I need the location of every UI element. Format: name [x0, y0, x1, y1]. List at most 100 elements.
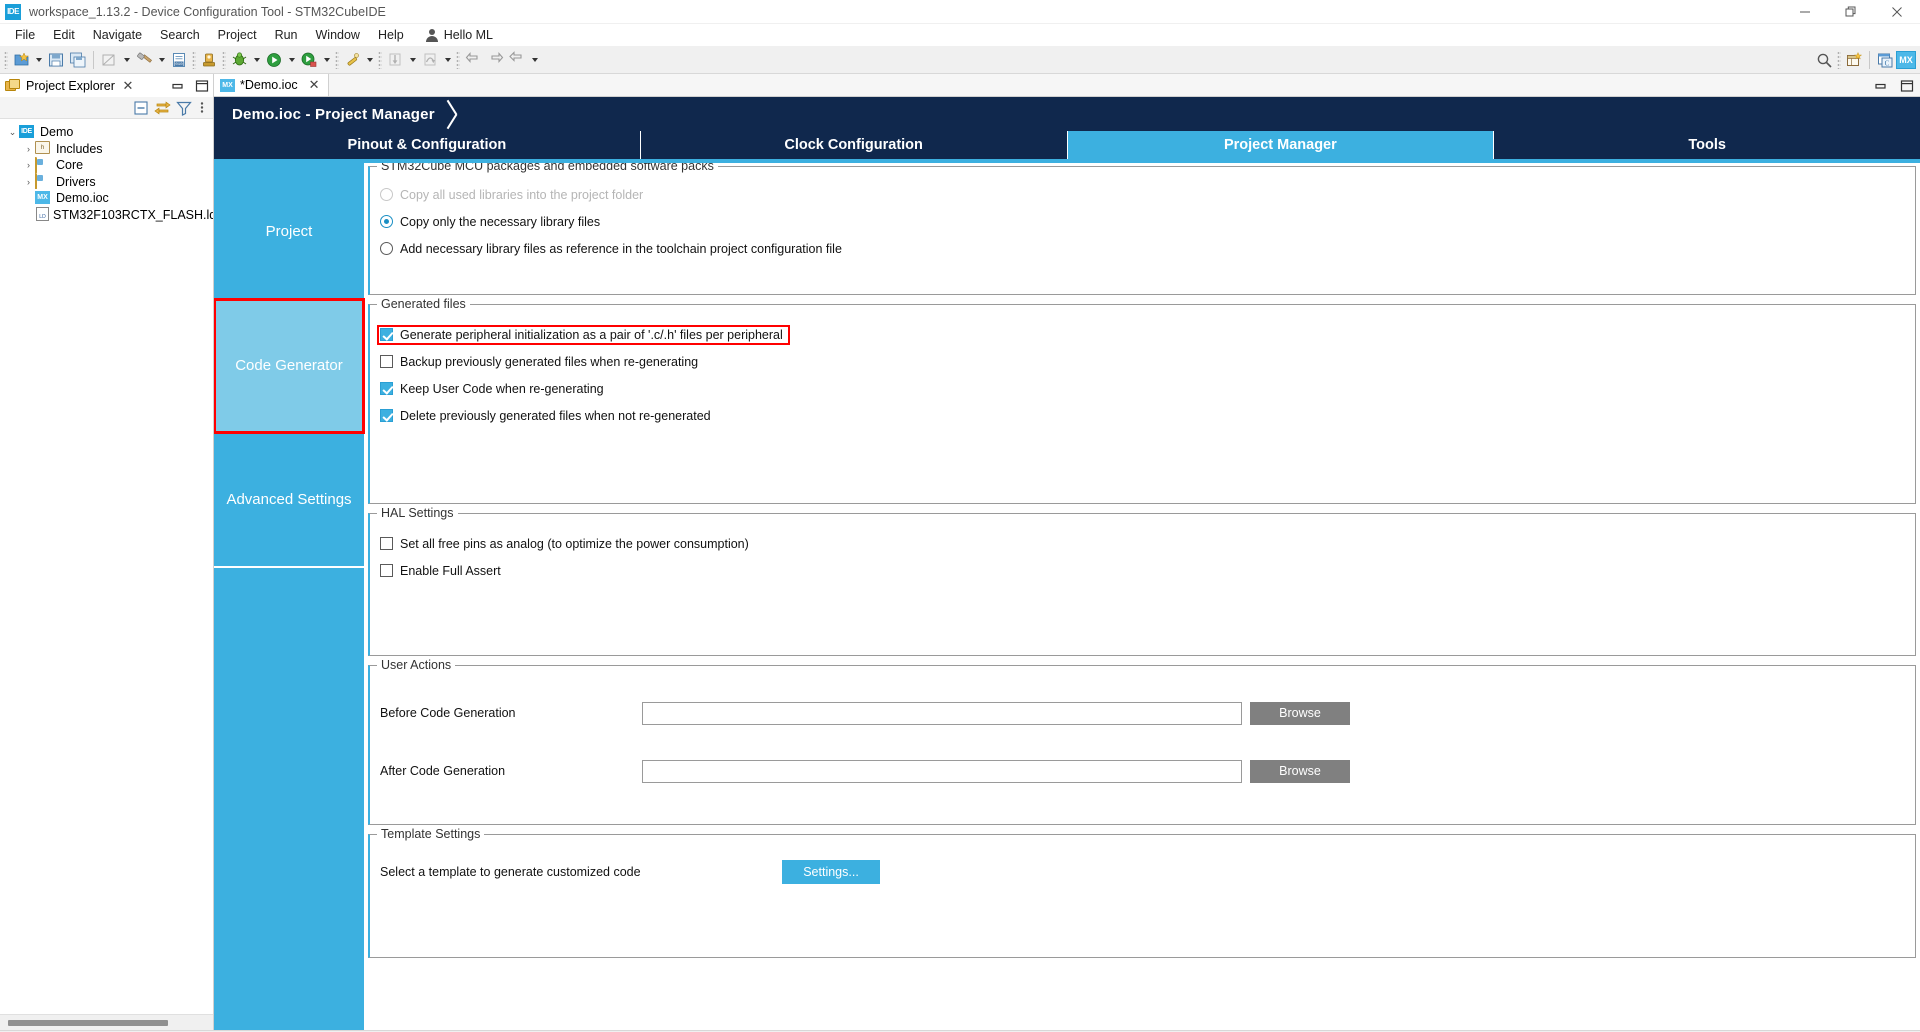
- menu-file[interactable]: File: [6, 26, 44, 44]
- checkbox-icon[interactable]: [380, 564, 393, 577]
- after-code-generation-input[interactable]: [642, 759, 1242, 783]
- checkbox-icon[interactable]: [380, 355, 393, 368]
- toolbar-grip-5[interactable]: [378, 50, 382, 69]
- template-settings-button[interactable]: Settings...: [782, 860, 880, 884]
- new-element-dropdown-icon[interactable]: [120, 49, 133, 71]
- restore-button[interactable]: [1828, 0, 1874, 24]
- step-into-icon[interactable]: [384, 49, 406, 71]
- collapse-all-icon[interactable]: [133, 100, 149, 116]
- radio-copy-necessary-library-files[interactable]: Copy only the necessary library files: [380, 208, 1905, 235]
- tree-item-demo-ioc[interactable]: MX Demo.ioc: [0, 190, 213, 207]
- close-icon[interactable]: ✕: [121, 78, 135, 94]
- link-with-editor-icon[interactable]: [154, 100, 171, 116]
- menu-window[interactable]: Window: [307, 26, 369, 44]
- checkbox-delete-previously-generated[interactable]: Delete previously generated files when n…: [380, 402, 1905, 429]
- save-all-icon[interactable]: [67, 49, 89, 71]
- tree-item-demo[interactable]: ⌄ IDE Demo: [0, 124, 213, 141]
- after-code-generation-browse-button[interactable]: Browse: [1250, 759, 1350, 783]
- checkbox-generate-peripheral-init-pair[interactable]: Generate peripheral initialization as a …: [377, 321, 1905, 348]
- tab-project-manager[interactable]: Project Manager: [1067, 131, 1495, 159]
- new-file-icon[interactable]: [10, 49, 32, 71]
- close-icon[interactable]: ✕: [309, 77, 320, 93]
- scrollbar-thumb[interactable]: [8, 1019, 168, 1026]
- editor-tab-demo-ioc[interactable]: MX *Demo.ioc ✕: [214, 74, 329, 96]
- mx-perspective-icon[interactable]: MX: [1896, 51, 1916, 69]
- c-perspective-icon[interactable]: C: [1874, 49, 1896, 71]
- twisty-expanded-icon[interactable]: ⌄: [6, 127, 19, 138]
- tree-item-core[interactable]: › Core: [0, 156, 213, 174]
- radio-add-library-as-reference[interactable]: Add necessary library files as reference…: [380, 235, 1905, 262]
- toolbar-grip-6[interactable]: [456, 50, 460, 69]
- checkbox-icon[interactable]: [380, 537, 393, 550]
- toolbar-grip[interactable]: [4, 50, 8, 69]
- debug-bug-icon[interactable]: [228, 49, 250, 71]
- skip-breakpoints-dropdown-icon[interactable]: [363, 49, 376, 71]
- twisty-collapsed-icon[interactable]: ›: [22, 144, 35, 154]
- twisty-collapsed-icon[interactable]: ›: [22, 177, 35, 187]
- menu-edit[interactable]: Edit: [44, 26, 84, 44]
- run-dropdown-icon[interactable]: [285, 49, 298, 71]
- menu-project[interactable]: Project: [209, 26, 266, 44]
- new-element-icon[interactable]: [98, 49, 120, 71]
- export-icon[interactable]: [198, 49, 220, 71]
- menu-navigate[interactable]: Navigate: [84, 26, 151, 44]
- twisty-collapsed-icon[interactable]: ›: [22, 160, 35, 170]
- sidebar-item-code-generator[interactable]: Code Generator: [214, 298, 365, 434]
- checkbox-keep-user-code[interactable]: Keep User Code when re-generating: [380, 375, 1905, 402]
- project-explorer-tab[interactable]: Project Explorer ✕: [0, 74, 213, 97]
- undo-dropdown-icon[interactable]: [528, 49, 541, 71]
- menu-run[interactable]: Run: [266, 26, 307, 44]
- back-icon[interactable]: [462, 49, 484, 71]
- sidebar-item-advanced-settings[interactable]: Advanced Settings: [214, 433, 364, 567]
- run-icon[interactable]: [263, 49, 285, 71]
- save-icon[interactable]: [45, 49, 67, 71]
- checkbox-checked-icon[interactable]: [380, 409, 393, 422]
- checkbox-checked-icon[interactable]: [380, 328, 393, 341]
- run-config-icon[interactable]: [298, 49, 320, 71]
- project-tree[interactable]: ⌄ IDE Demo › h Includes › Core › Drivers…: [0, 119, 213, 1014]
- toolbar-grip-2[interactable]: [192, 50, 196, 69]
- checkbox-set-free-pins-analog[interactable]: Set all free pins as analog (to optimize…: [380, 530, 1905, 557]
- debug-dropdown-icon[interactable]: [250, 49, 263, 71]
- forward-icon[interactable]: [484, 49, 506, 71]
- maximize-view-icon[interactable]: [1900, 79, 1914, 93]
- search-icon[interactable]: [1813, 49, 1835, 71]
- sidebar-item-project[interactable]: Project: [214, 165, 364, 299]
- checkbox-backup-previously-generated[interactable]: Backup previously generated files when r…: [380, 348, 1905, 375]
- menu-help[interactable]: Help: [369, 26, 413, 44]
- new-perspective-icon[interactable]: [1843, 49, 1865, 71]
- explorer-horizontal-scrollbar[interactable]: [0, 1014, 213, 1030]
- tab-tools[interactable]: Tools: [1494, 131, 1920, 159]
- build-hammer-icon[interactable]: [133, 49, 155, 71]
- toolbar-grip-4[interactable]: [335, 50, 339, 69]
- build-dropdown-icon[interactable]: [155, 49, 168, 71]
- close-button[interactable]: [1874, 0, 1920, 24]
- skip-breakpoints-icon[interactable]: [341, 49, 363, 71]
- view-menu-icon[interactable]: [197, 100, 207, 116]
- minimize-view-icon[interactable]: [171, 79, 185, 93]
- filter-icon[interactable]: [176, 100, 192, 116]
- minimize-view-icon[interactable]: [1874, 79, 1888, 93]
- menu-search[interactable]: Search: [151, 26, 209, 44]
- tab-clock-configuration[interactable]: Clock Configuration: [640, 131, 1068, 159]
- checkbox-enable-full-assert[interactable]: Enable Full Assert: [380, 557, 1905, 584]
- toolbar-grip-7[interactable]: [1837, 51, 1841, 69]
- step-into-dropdown-icon[interactable]: [406, 49, 419, 71]
- tree-item-includes[interactable]: › h Includes: [0, 141, 213, 158]
- run-config-dropdown-icon[interactable]: [320, 49, 333, 71]
- user-account-menu[interactable]: Hello ML: [417, 26, 501, 44]
- checkbox-checked-icon[interactable]: [380, 382, 393, 395]
- tree-item-linker-script[interactable]: LD STM32F103RCTX_FLASH.ld: [0, 207, 213, 224]
- before-code-generation-browse-button[interactable]: Browse: [1250, 701, 1350, 725]
- properties-icon[interactable]: 010: [168, 49, 190, 71]
- undo-arrow-icon[interactable]: [506, 49, 528, 71]
- step-over-dropdown-icon[interactable]: [441, 49, 454, 71]
- step-over-icon[interactable]: [419, 49, 441, 71]
- radio-copy-all-libraries[interactable]: Copy all used libraries into the project…: [380, 181, 1905, 208]
- before-code-generation-input[interactable]: [642, 701, 1242, 725]
- maximize-view-icon[interactable]: [195, 79, 209, 93]
- tree-item-drivers[interactable]: › Drivers: [0, 173, 213, 191]
- minimize-button[interactable]: [1782, 0, 1828, 24]
- toolbar-grip-3[interactable]: [222, 50, 226, 69]
- new-file-dropdown-icon[interactable]: [32, 49, 45, 71]
